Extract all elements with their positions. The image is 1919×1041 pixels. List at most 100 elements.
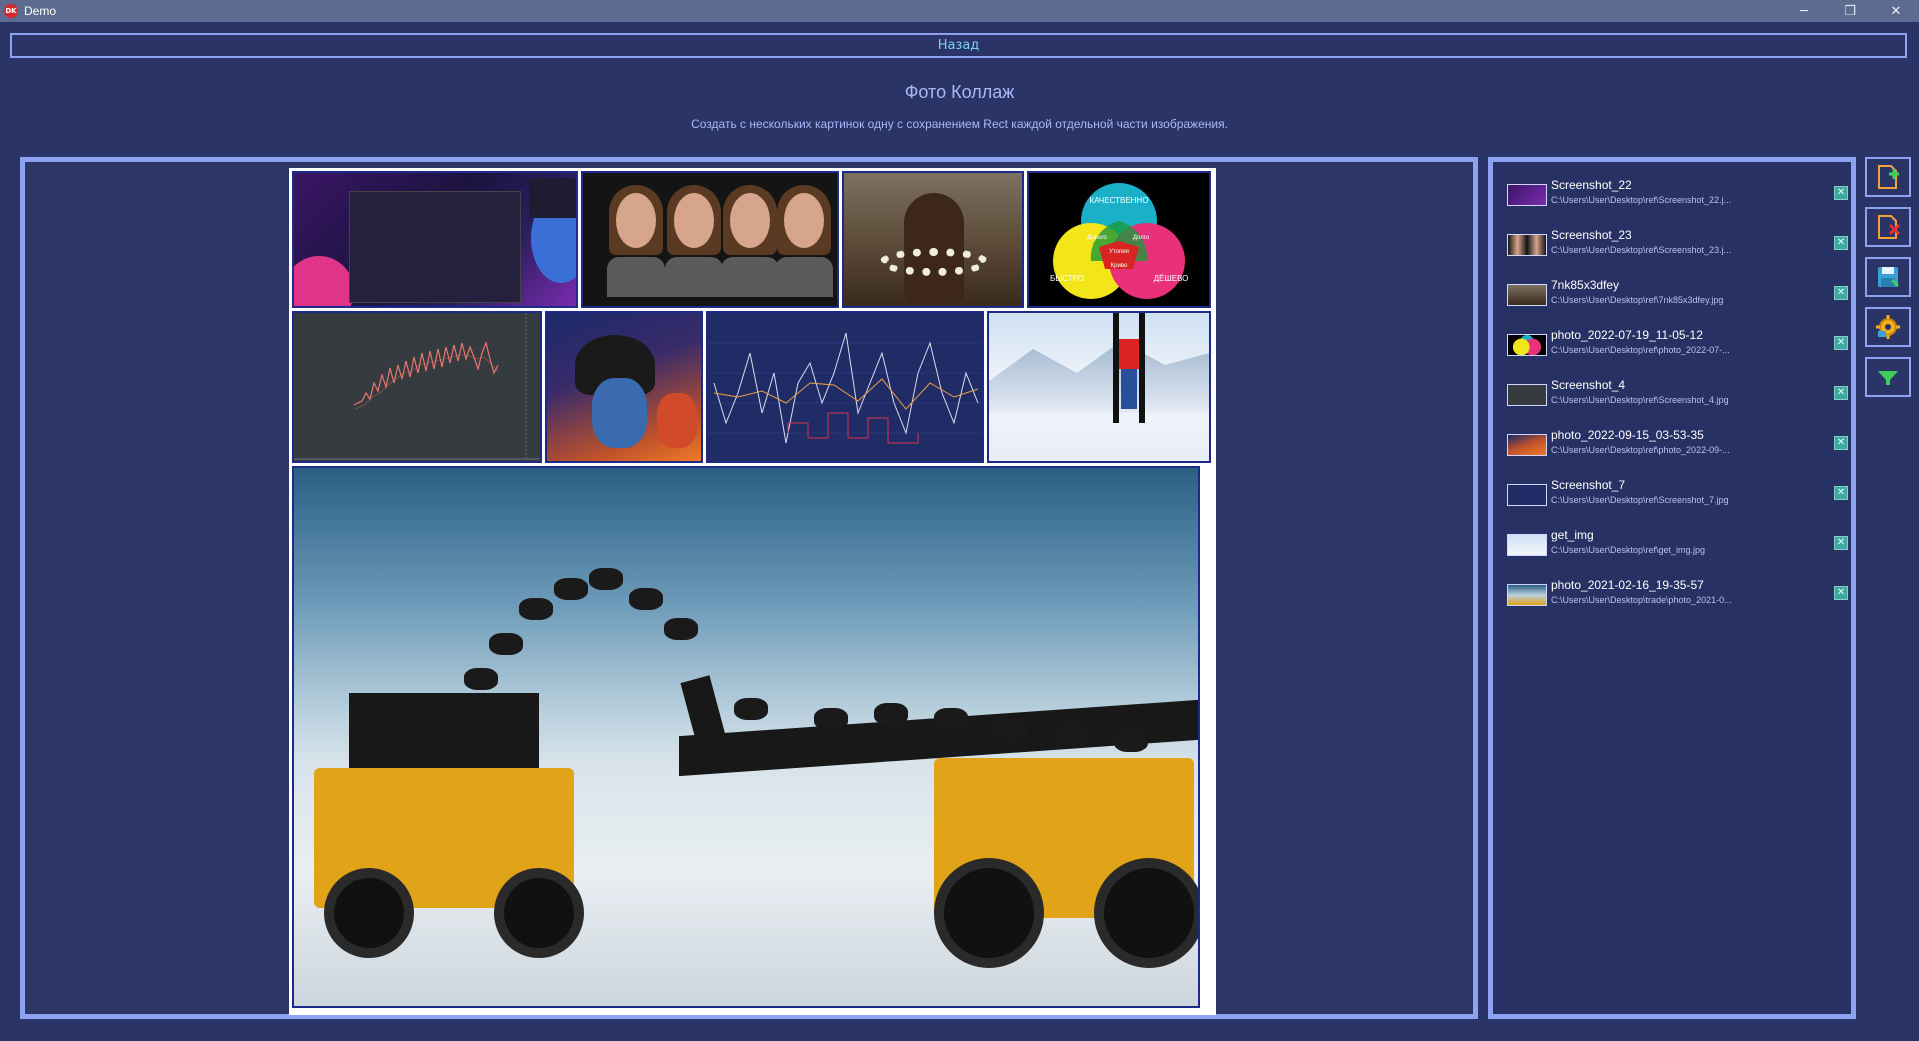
face [592, 378, 647, 448]
face [657, 393, 697, 448]
motorcycle [934, 708, 968, 730]
file-list-item[interactable]: Screenshot_22 C:\Users\User\Desktop\ref\… [1507, 178, 1848, 220]
minimize-button[interactable]: ─ [1781, 0, 1827, 22]
file-list-item[interactable]: photo_2022-07-19_11-05-12 C:\Users\User\… [1507, 328, 1848, 370]
close-button[interactable]: ✕ [1873, 0, 1919, 22]
collage-tile-photo-2022-09-15[interactable] [545, 311, 703, 463]
venn-label-rt: Долго [1133, 235, 1150, 241]
file-list-item[interactable]: 7nk85x3dfey C:\Users\User\Desktop\ref\7n… [1507, 278, 1848, 320]
file-list-item[interactable]: Screenshot_4 C:\Users\User\Desktop\ref\S… [1507, 378, 1848, 420]
remove-item-button[interactable]: ✕ [1834, 536, 1848, 550]
venn-diagram: КАЧЕСТВЕННО БЫСТРО ДЁШЕВО Дорого Долго У… [1050, 183, 1188, 299]
file-name: get_img [1551, 528, 1594, 542]
file-thumbnail [1507, 284, 1547, 306]
file-name: Screenshot_22 [1551, 178, 1632, 192]
window-titlebar[interactable]: DK Demo ─ ❐ ✕ [0, 0, 1919, 22]
remove-item-button[interactable]: ✕ [1834, 486, 1848, 500]
portrait [775, 185, 833, 297]
add-file-icon [1878, 165, 1899, 189]
motorcycle [589, 568, 623, 590]
window-controls: ─ ❐ ✕ [1781, 0, 1919, 22]
motorcycle [464, 668, 498, 690]
collage-tile-screenshot-4[interactable] [292, 311, 542, 463]
motorcycle [1054, 723, 1088, 745]
file-name: 7nk85x3dfey [1551, 278, 1620, 292]
file-name: photo_2022-09-15_03-53-35 [1551, 428, 1704, 442]
skier [1117, 321, 1141, 421]
file-path: C:\Users\User\Desktop\ref\photo_2022-09-… [1551, 445, 1730, 455]
wheel [494, 868, 584, 958]
file-thumbnail [1507, 584, 1547, 606]
portrait [721, 185, 779, 297]
page-title: Фото Коллаж [904, 82, 1015, 102]
screenshot-window [529, 178, 576, 218]
add-file-button[interactable] [1865, 157, 1911, 197]
file-thumbnail [1507, 484, 1547, 506]
motorcycle [554, 578, 588, 600]
file-list-item[interactable]: photo_2022-09-15_03-53-35 C:\Users\User\… [1507, 428, 1848, 470]
file-name: photo_2022-07-19_11-05-12 [1551, 328, 1703, 342]
file-name: photo_2021-02-16_19-35-57 [1551, 578, 1704, 592]
file-name: Screenshot_7 [1551, 478, 1626, 492]
motorcycle [874, 703, 908, 725]
file-list-item[interactable]: get_img C:\Users\User\Desktop\ref\get_im… [1507, 528, 1848, 570]
motorcycle [519, 598, 553, 620]
file-thumbnail [1507, 184, 1547, 206]
remove-item-button[interactable]: ✕ [1834, 336, 1848, 350]
file-list-panel: Screenshot_22 C:\Users\User\Desktop\ref\… [1488, 157, 1856, 1019]
wheel [934, 858, 1044, 968]
venn-label-lt: Дорого [1087, 235, 1107, 241]
motorcycle [629, 588, 663, 610]
settings-button[interactable] [1865, 307, 1911, 347]
remove-file-icon [1878, 215, 1901, 239]
file-list-item[interactable]: Screenshot_23 C:\Users\User\Desktop\ref\… [1507, 228, 1848, 270]
file-path: C:\Users\User\Desktop\ref\7nk85x3dfey.jp… [1551, 295, 1724, 305]
restore-button[interactable]: ❐ [1827, 0, 1873, 22]
screenshot-window [349, 191, 521, 303]
file-path: C:\Users\User\Desktop\ref\photo_2022-07-… [1551, 345, 1730, 355]
file-thumbnail [1507, 434, 1547, 456]
collage-tile-screenshot-22[interactable] [292, 171, 578, 308]
motorcycle [734, 698, 768, 720]
line-chart-thumbnail [708, 332, 982, 444]
mountains [989, 341, 1209, 413]
remove-item-button[interactable]: ✕ [1834, 236, 1848, 250]
remove-item-button[interactable]: ✕ [1834, 586, 1848, 600]
collage-tile-get-img[interactable] [987, 311, 1211, 463]
collage-canvas[interactable]: КАЧЕСТВЕННО БЫСТРО ДЁШЕВО Дорого Долго У… [289, 168, 1216, 1015]
remove-item-button[interactable]: ✕ [1834, 386, 1848, 400]
app-icon: DK [4, 4, 18, 18]
file-thumbnail [1507, 334, 1547, 356]
page-subtitle: Создать с нескольких картинок одну с сох… [691, 117, 1228, 131]
truck-banner [349, 693, 539, 768]
remove-item-button[interactable]: ✕ [1834, 286, 1848, 300]
filter-button[interactable] [1865, 357, 1911, 397]
save-button[interactable] [1865, 257, 1911, 297]
file-thumbnail [1507, 384, 1547, 406]
remove-item-button[interactable]: ✕ [1834, 186, 1848, 200]
collage-tile-photo-2021-02-16[interactable] [292, 466, 1200, 1008]
file-path: C:\Users\User\Desktop\trade\photo_2021-0… [1551, 595, 1732, 605]
file-name: Screenshot_23 [1551, 228, 1632, 242]
decor [294, 256, 354, 306]
window-title: Demo [24, 4, 57, 18]
filter-icon [1878, 371, 1898, 385]
file-list-item[interactable]: photo_2021-02-16_19-35-57 C:\Users\User\… [1507, 578, 1848, 620]
motorcycle [664, 618, 698, 640]
file-thumbnail [1507, 534, 1547, 556]
remove-file-button[interactable] [1865, 207, 1911, 247]
save-icon [1878, 267, 1900, 288]
portrait [665, 185, 723, 297]
collage-tile-screenshot-23[interactable] [581, 171, 839, 308]
file-thumbnail [1507, 234, 1547, 256]
remove-item-button[interactable]: ✕ [1834, 436, 1848, 450]
portrait [607, 185, 665, 297]
venn-label-center-top: Утопия [1109, 249, 1129, 255]
collage-tile-venn-diagram[interactable]: КАЧЕСТВЕННО БЫСТРО ДЁШЕВО Дорого Долго У… [1027, 171, 1211, 308]
collage-tile-screenshot-7[interactable] [706, 311, 984, 463]
file-list-item[interactable]: Screenshot_7 C:\Users\User\Desktop\ref\S… [1507, 478, 1848, 520]
back-button[interactable]: Назад [10, 33, 1907, 58]
motorcycle [814, 708, 848, 730]
collage-tile-7nk85x3dfey[interactable] [842, 171, 1024, 308]
motorcycle [1114, 730, 1148, 752]
